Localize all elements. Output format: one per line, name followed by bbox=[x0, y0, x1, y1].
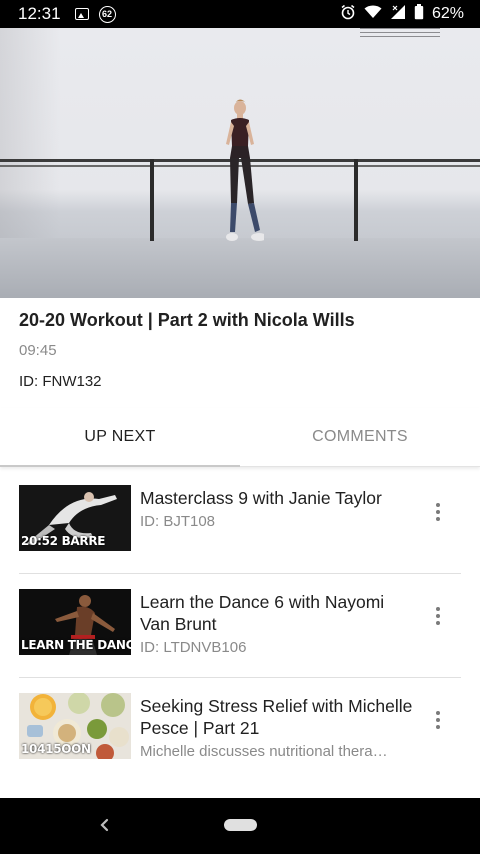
battery-icon bbox=[414, 3, 424, 25]
list-item-subtitle: ID: BJT108 bbox=[140, 513, 216, 530]
thumbnail-label: 20:52 BARRE bbox=[21, 534, 106, 548]
home-pill-icon[interactable] bbox=[224, 819, 257, 831]
list-item[interactable]: LEARN THE DANCE Learn the Dance 6 with N… bbox=[0, 574, 480, 678]
status-right: 62% bbox=[340, 3, 464, 25]
list-item-title: Learn the Dance 6 with Nayomi Van Brunt bbox=[140, 592, 385, 634]
thumbnail-label: LEARN THE DANCE bbox=[21, 638, 131, 652]
video-title: 20-20 Workout | Part 2 with Nicola Wills bbox=[19, 310, 355, 330]
list-item[interactable]: 10415OON Seeking Stress Relief with Mich… bbox=[0, 678, 480, 782]
signal-icon bbox=[390, 4, 406, 25]
list-item-title: Masterclass 9 with Janie Taylor bbox=[140, 488, 382, 508]
list-item-text: Masterclass 9 with Janie Taylor ID: BJT1… bbox=[140, 487, 415, 530]
video-thumbnail: 20:52 BARRE bbox=[19, 485, 131, 551]
status-bar: 12:31 62 62% bbox=[0, 0, 480, 28]
image-icon bbox=[74, 8, 89, 20]
list-item[interactable]: 20:52 BARRE Masterclass 9 with Janie Tay… bbox=[0, 470, 480, 574]
thumbnail-label: 10415OON bbox=[21, 742, 91, 756]
back-icon[interactable] bbox=[96, 814, 112, 836]
alarm-icon bbox=[340, 4, 356, 25]
status-time: 12:31 bbox=[18, 4, 61, 23]
video-dancer-figure bbox=[226, 99, 264, 241]
video-wall-shade bbox=[0, 28, 60, 238]
video-thumbnail: 10415OON bbox=[19, 693, 131, 759]
video-vent bbox=[360, 28, 440, 42]
notification-badge-icon: 62 bbox=[98, 5, 116, 23]
wifi-icon bbox=[364, 4, 382, 24]
list-item-subtitle: ID: LTDNVB106 bbox=[140, 639, 247, 656]
tab-bar: UP NEXT COMMENTS bbox=[0, 408, 480, 467]
more-options-icon[interactable] bbox=[426, 604, 450, 628]
video-barre-post bbox=[354, 159, 358, 241]
list-item-title: Seeking Stress Relief with Michelle Pesc… bbox=[140, 696, 413, 738]
video-thumbnail: LEARN THE DANCE bbox=[19, 589, 131, 655]
navigation-bar bbox=[0, 798, 480, 854]
video-player[interactable] bbox=[0, 28, 480, 298]
video-id: ID: FNW132 bbox=[19, 373, 102, 390]
tab-up-next[interactable]: UP NEXT bbox=[0, 408, 240, 467]
more-options-icon[interactable] bbox=[426, 500, 450, 524]
video-duration: 09:45 bbox=[19, 342, 57, 359]
list-item-text: Learn the Dance 6 with Nayomi Van Brunt … bbox=[140, 591, 415, 656]
video-barre-post bbox=[150, 159, 154, 241]
list-item-text: Seeking Stress Relief with Michelle Pesc… bbox=[140, 695, 415, 760]
tab-comments[interactable]: COMMENTS bbox=[240, 408, 480, 466]
list-bottom-spacer bbox=[0, 778, 480, 798]
more-options-icon[interactable] bbox=[426, 708, 450, 732]
battery-percent: 62% bbox=[431, 5, 464, 22]
list-item-subtitle: Michelle discusses nutritional thera… bbox=[140, 743, 388, 760]
